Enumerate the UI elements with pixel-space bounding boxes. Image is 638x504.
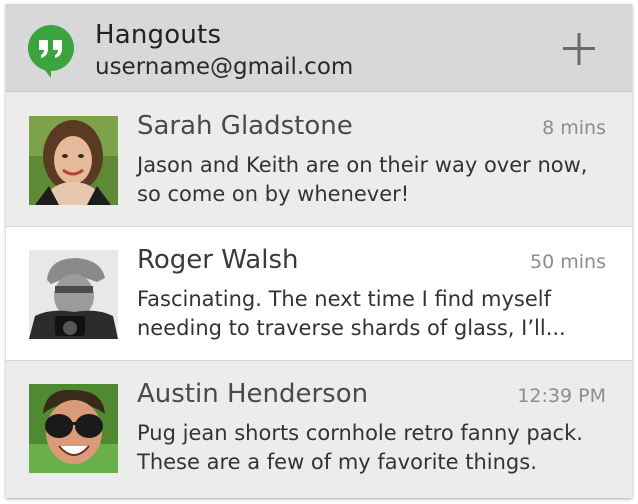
contact-name: Sarah Gladstone [137,111,353,141]
message-line: so come on by whenever! [137,182,410,206]
plus-icon [563,33,595,65]
conversation-item[interactable]: Roger Walsh 50 mins Fascinating. The nex… [6,227,632,361]
new-conversation-button[interactable] [554,26,604,72]
avatar [29,384,118,473]
widget-header: Hangouts username@gmail.com [6,4,632,92]
message-time: 12:39 PM [517,385,606,407]
message-time: 50 mins [530,251,606,273]
message-line: Jason and Keith are on their way over no… [137,153,588,177]
message-preview: Jason and Keith are on their way over no… [137,151,617,209]
account-email: username@gmail.com [95,54,354,80]
hangouts-logo-icon [27,24,75,80]
message-line: Fascinating. The next time I find myself [137,287,552,311]
message-preview: Fascinating. The next time I find myself… [137,285,617,343]
app-title: Hangouts [95,20,222,50]
conversation-item[interactable]: Austin Henderson 12:39 PM Pug jean short… [6,361,632,495]
message-line: needing to traverse shards of glass, I’l… [137,316,566,340]
message-line: These are a few of my favorite things. [137,450,537,474]
conversation-item[interactable]: Sarah Gladstone 8 mins Jason and Keith a… [6,93,632,227]
message-line: Pug jean shorts cornhole retro fanny pac… [137,421,583,445]
message-preview: Pug jean shorts cornhole retro fanny pac… [137,419,617,477]
avatar [29,250,118,339]
avatar [29,116,118,205]
contact-name: Roger Walsh [137,245,299,275]
message-time: 8 mins [542,117,606,139]
hangouts-widget: Hangouts username@gmail.com Sarah Gladst… [6,4,632,498]
contact-name: Austin Henderson [137,379,369,409]
